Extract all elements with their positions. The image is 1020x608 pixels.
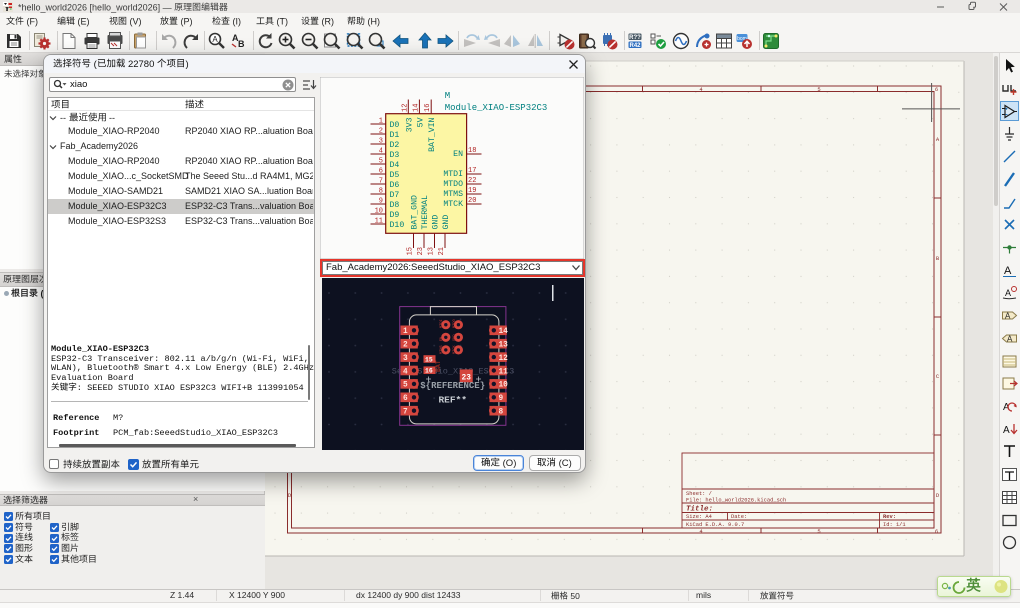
svg-text:10: 10 [375, 208, 383, 216]
svg-text:MTDO: MTDO [453, 319, 457, 328]
svg-text:6: 6 [403, 395, 408, 403]
svg-text:6: 6 [935, 86, 938, 93]
svg-text:A: A [1003, 425, 1010, 436]
svg-text:1: 1 [379, 118, 383, 126]
svg-text:5V: 5V [416, 117, 425, 127]
svg-text:GND: GND [432, 215, 441, 230]
svg-text:BAT_VIN: BAT_VIN [428, 117, 437, 151]
svg-text:KiCad E.D.A. 9.0.7: KiCad E.D.A. 9.0.7 [686, 522, 744, 528]
svg-text:7: 7 [403, 409, 408, 417]
svg-text:19: 19 [468, 187, 476, 195]
svg-text:D0: D0 [390, 121, 400, 130]
svg-text:A: A [1005, 288, 1011, 298]
svg-text:9: 9 [379, 198, 383, 206]
svg-text:13: 13 [428, 247, 436, 255]
svg-text:Rev:: Rev: [883, 514, 896, 520]
svg-text:7: 7 [379, 178, 383, 186]
svg-text:21: 21 [438, 247, 446, 255]
svg-text:THERMAL: THERMAL [421, 195, 430, 229]
svg-text:6: 6 [935, 528, 938, 535]
svg-text:Sheet: /: Sheet: / [686, 491, 712, 497]
svg-text:8: 8 [499, 409, 504, 417]
svg-text:Date:: Date: [731, 514, 747, 520]
svg-text:Module_XIAO-ESP32C3: Module_XIAO-ESP32C3 [445, 103, 548, 113]
svg-text:A: A [212, 35, 218, 44]
svg-text:R??: R?? [629, 34, 641, 40]
svg-text:8: 8 [379, 188, 383, 196]
svg-text:12: 12 [499, 355, 509, 363]
svg-text:10: 10 [499, 382, 509, 390]
svg-text:5: 5 [403, 382, 408, 390]
svg-text:EN: EN [440, 337, 444, 341]
svg-text:MTDI: MTDI [440, 319, 444, 328]
svg-text:15: 15 [425, 357, 433, 364]
svg-text:A: A [1005, 312, 1011, 321]
svg-text:D1: D1 [390, 131, 400, 140]
svg-text:18: 18 [468, 147, 476, 155]
svg-text:16: 16 [424, 104, 432, 112]
svg-text:5: 5 [817, 86, 820, 93]
svg-text:13: 13 [499, 342, 509, 350]
svg-text:6: 6 [379, 168, 383, 176]
svg-text:2: 2 [403, 342, 408, 350]
svg-text:Size: A4: Size: A4 [686, 514, 712, 520]
svg-text:A: A [1004, 265, 1012, 277]
svg-text:5: 5 [817, 528, 820, 535]
svg-text:A: A [1007, 334, 1013, 343]
svg-text:4: 4 [379, 148, 383, 156]
svg-text:4: 4 [403, 368, 408, 376]
svg-text:D5: D5 [390, 171, 400, 180]
svg-text:D7: D7 [390, 191, 400, 200]
svg-text:GND: GND [453, 335, 457, 341]
svg-text:D6: D6 [390, 181, 400, 190]
svg-text:11: 11 [375, 218, 383, 226]
svg-text:MTMS: MTMS [440, 345, 444, 354]
svg-text:14: 14 [412, 104, 420, 112]
svg-text:1: 1 [403, 328, 408, 336]
svg-text:2: 2 [379, 128, 383, 136]
svg-text:23: 23 [417, 247, 425, 255]
svg-text:MTCK: MTCK [443, 200, 463, 209]
svg-text:11: 11 [499, 368, 509, 376]
svg-text:16: 16 [425, 368, 433, 375]
svg-text:File: hello_world2026.kicad_sc: File: hello_world2026.kicad_sch [686, 498, 786, 504]
svg-text:BAT: BAT [435, 360, 442, 372]
svg-text:D2: D2 [390, 141, 400, 150]
svg-text:22: 22 [468, 177, 476, 185]
svg-text:12: 12 [401, 104, 409, 112]
svg-text:GND: GND [442, 215, 451, 230]
svg-text:D3: D3 [390, 151, 400, 160]
svg-text:3: 3 [379, 138, 383, 146]
svg-text:D9: D9 [390, 211, 400, 220]
svg-text:B: B [238, 39, 245, 49]
svg-text:D10: D10 [390, 221, 405, 230]
svg-text:3V3: 3V3 [405, 117, 414, 132]
svg-text:${REFERENCE}: ${REFERENCE} [420, 381, 485, 391]
svg-text:D4: D4 [390, 161, 400, 170]
svg-text:M: M [445, 91, 450, 101]
svg-text:Id: 1/1: Id: 1/1 [883, 522, 906, 528]
svg-text:MTDI: MTDI [443, 170, 463, 179]
svg-text:17: 17 [468, 167, 476, 175]
svg-text:20: 20 [468, 197, 476, 205]
svg-text:EN: EN [453, 150, 463, 159]
svg-text:Title:: Title: [686, 506, 713, 514]
svg-text:D8: D8 [390, 201, 400, 210]
svg-text:14: 14 [499, 328, 509, 336]
svg-text:R42: R42 [629, 42, 641, 48]
svg-text:REF**: REF** [438, 395, 467, 406]
svg-text:MTCK: MTCK [453, 345, 457, 354]
svg-text:3: 3 [403, 355, 408, 363]
svg-text:9: 9 [499, 395, 504, 403]
svg-text:MTDO: MTDO [443, 180, 463, 189]
svg-text:15: 15 [407, 247, 415, 255]
svg-text:MTMS: MTMS [443, 190, 463, 199]
svg-text:5: 5 [379, 158, 383, 166]
svg-text:BAT_GND: BAT_GND [411, 195, 420, 229]
